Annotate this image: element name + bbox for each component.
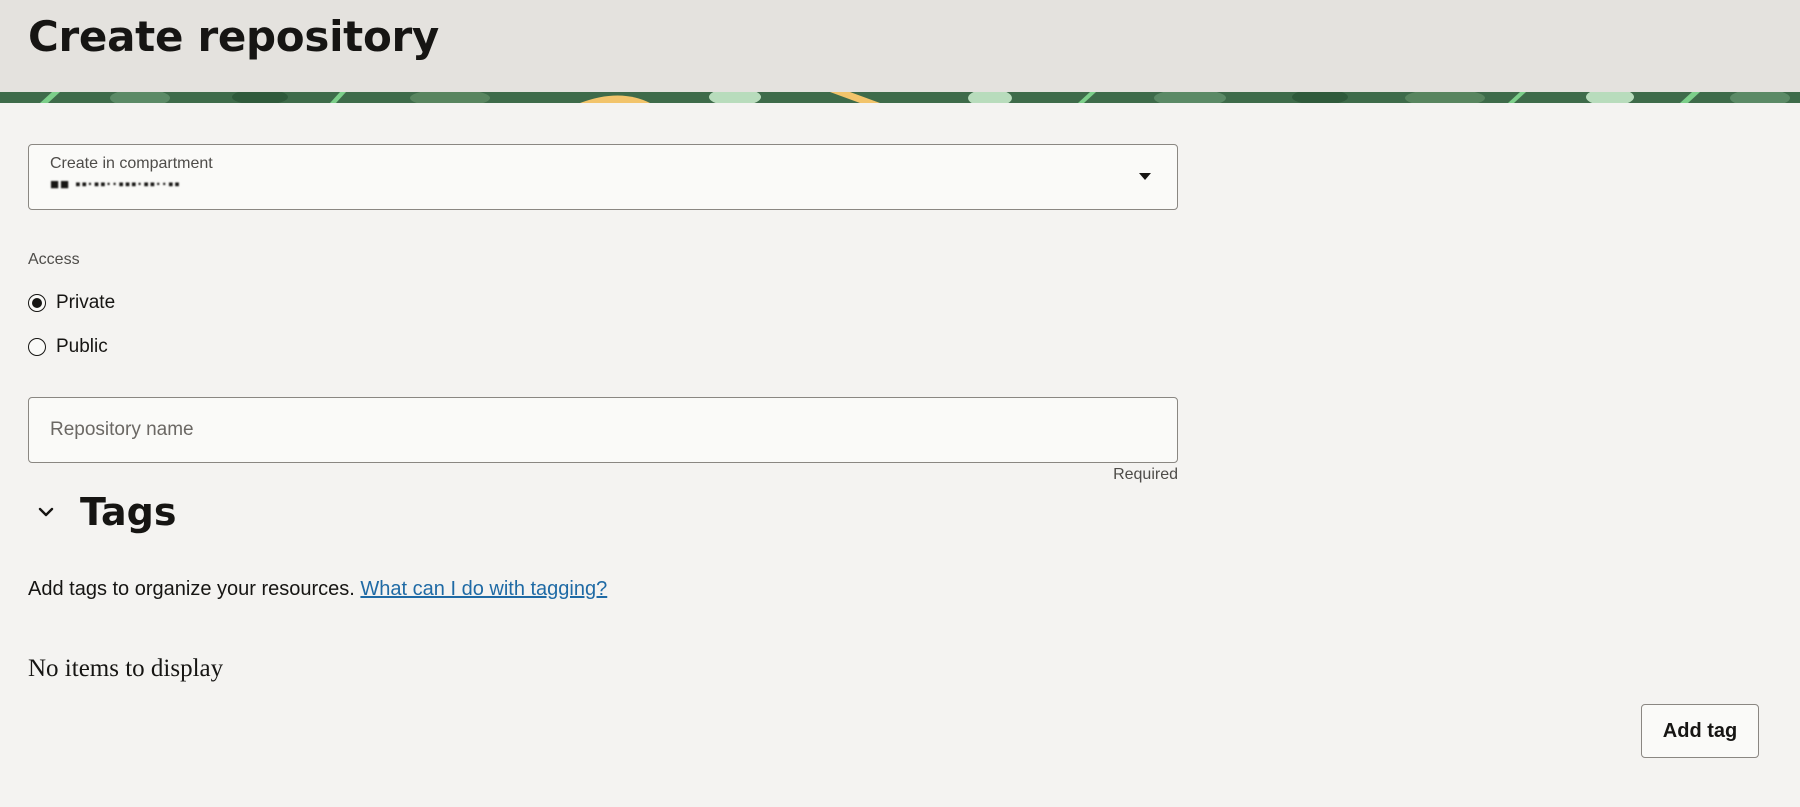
compartment-value: ■■ ▪▪·▪▪··▪▪▪·▪▪··▪▪	[50, 176, 181, 193]
add-tag-button[interactable]: Add tag	[1641, 704, 1759, 758]
radio-selected-icon[interactable]	[28, 294, 46, 312]
access-option-public[interactable]: Public	[28, 335, 108, 359]
page-title: Create repository	[28, 12, 439, 61]
tags-description: Add tags to organize your resources. Wha…	[28, 578, 607, 601]
empty-message: No items to display	[28, 655, 224, 682]
page-header: Create repository	[0, 0, 1800, 92]
access-option-label: Public	[56, 336, 108, 357]
required-helper: Required	[1113, 466, 1178, 483]
caret-down-icon	[1139, 173, 1151, 180]
compartment-label: Create in compartment	[50, 155, 213, 172]
tags-title: Tags	[80, 490, 177, 534]
radio-unselected-icon[interactable]	[28, 338, 46, 356]
decorative-banner	[0, 92, 1800, 103]
access-label: Access	[28, 251, 80, 268]
repository-name-input[interactable]	[29, 398, 1177, 462]
tags-description-text: Add tags to organize your resources.	[28, 578, 355, 600]
access-option-private[interactable]: Private	[28, 291, 115, 315]
chevron-down-icon[interactable]	[28, 494, 64, 530]
tagging-help-link[interactable]: What can I do with tagging?	[360, 578, 607, 600]
tags-section-header: Tags	[28, 488, 176, 536]
repository-name-field[interactable]	[28, 397, 1178, 463]
access-option-label: Private	[56, 292, 116, 313]
compartment-select[interactable]: Create in compartment ■■ ▪▪·▪▪··▪▪▪·▪▪··…	[28, 144, 1178, 210]
